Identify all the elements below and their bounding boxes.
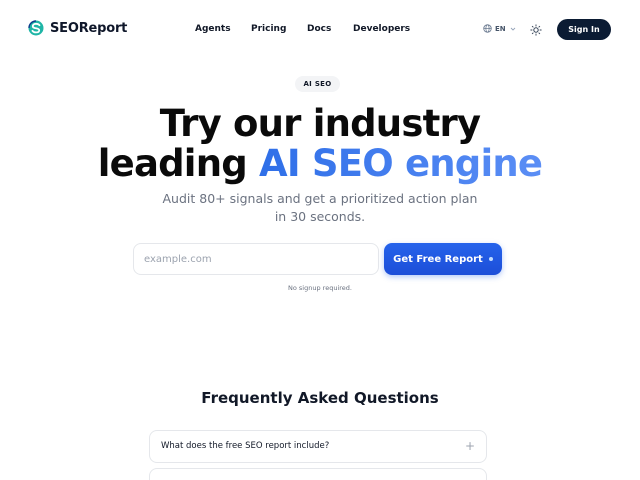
hero-badge: AI SEO bbox=[295, 76, 340, 92]
faq-item[interactable] bbox=[149, 468, 487, 480]
hero-title-line-1: Try our industry bbox=[159, 102, 481, 145]
globe-icon bbox=[483, 24, 492, 33]
hero-title-line-2: leading AI SEO engine bbox=[0, 143, 640, 185]
nav-link-developers[interactable]: Developers bbox=[353, 24, 410, 34]
no-signup-note: No signup required. bbox=[288, 284, 352, 292]
cta-label: Get Free Report bbox=[393, 253, 483, 265]
hero-subtitle: Audit 80+ signals and get a prioritized … bbox=[162, 191, 478, 224]
faq-title: Frequently Asked Questions bbox=[201, 389, 439, 407]
faq-question: What does the free SEO report include? bbox=[161, 441, 330, 451]
language-selector[interactable]: EN bbox=[483, 24, 516, 33]
hero-title-accent: AI SEO engine bbox=[259, 142, 543, 185]
hero-title-plain: leading bbox=[97, 142, 248, 185]
website-url-input[interactable] bbox=[133, 243, 379, 275]
faq-item[interactable]: What does the free SEO report include? + bbox=[149, 430, 487, 463]
site-header: SEOReport Agents Pricing Docs Developers… bbox=[0, 0, 640, 58]
dot-icon bbox=[488, 257, 493, 261]
chevron-down-icon bbox=[510, 27, 515, 31]
sign-in-button[interactable]: Sign In bbox=[557, 19, 611, 40]
nav-link-pricing[interactable]: Pricing bbox=[251, 24, 286, 34]
plus-icon: + bbox=[464, 439, 475, 453]
nav-link-docs[interactable]: Docs bbox=[307, 24, 331, 34]
nav-link-agents[interactable]: Agents bbox=[195, 24, 231, 34]
get-free-report-button[interactable]: Get Free Report bbox=[384, 243, 502, 275]
main-nav: Agents Pricing Docs Developers bbox=[0, 24, 640, 36]
sun-icon[interactable] bbox=[530, 24, 542, 36]
language-label: EN bbox=[495, 24, 506, 33]
